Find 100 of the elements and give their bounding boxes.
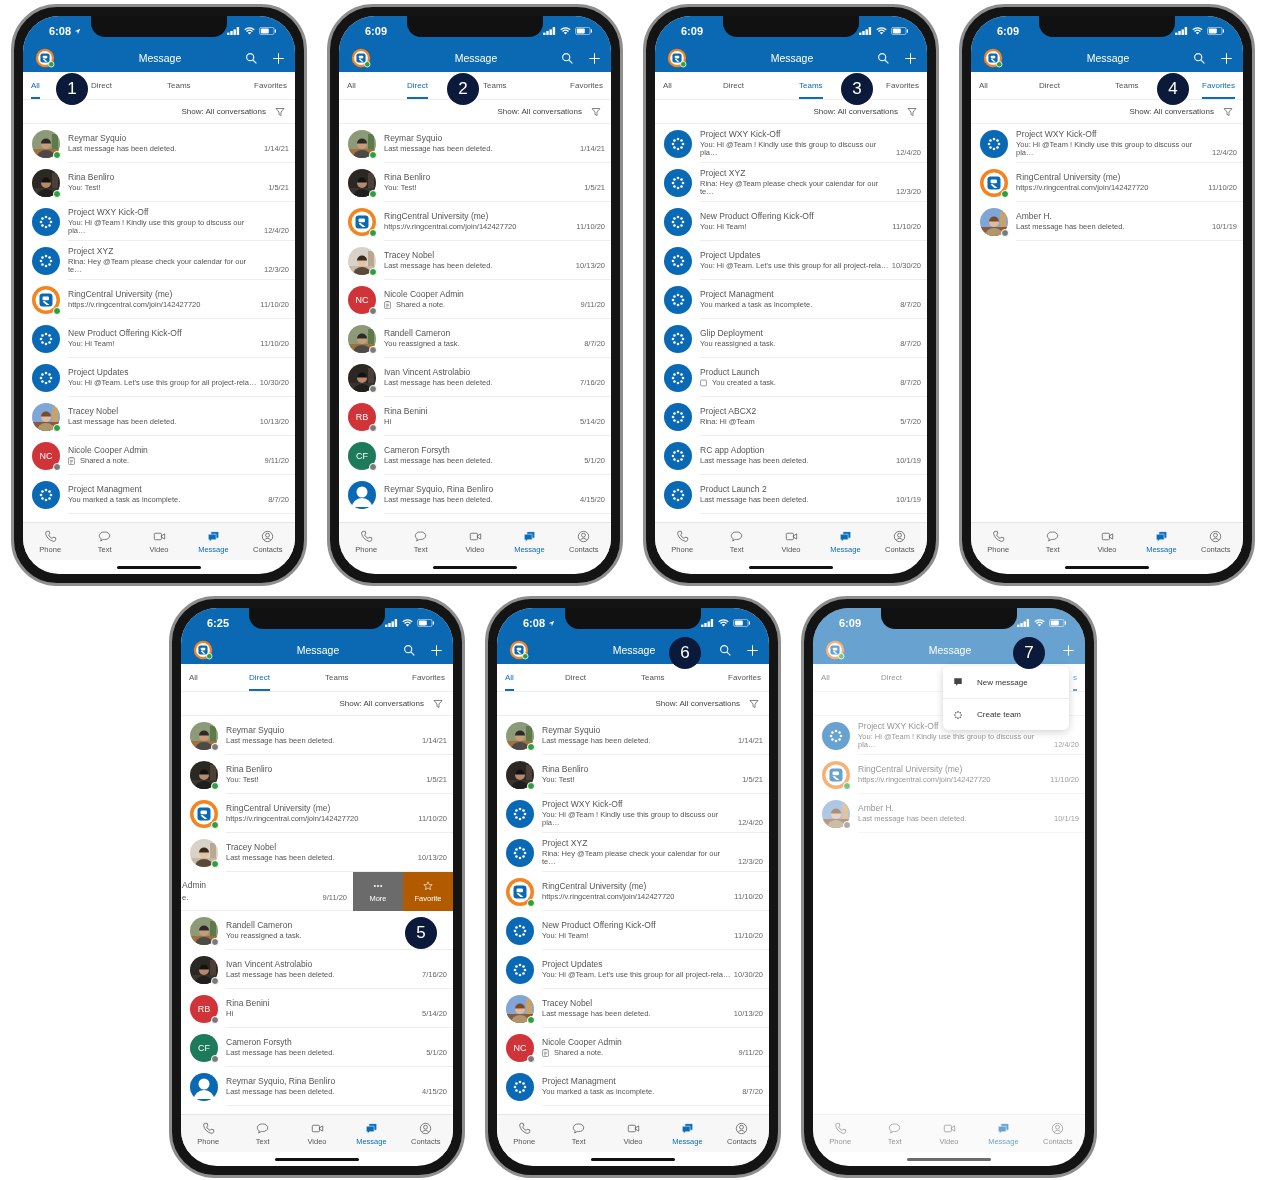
tab[interactable]: All <box>31 81 40 99</box>
tab[interactable]: All <box>347 81 356 99</box>
menu-item[interactable]: Create team <box>943 698 1069 730</box>
filter-icon[interactable] <box>591 106 601 117</box>
conversation-name: Project WXY Kick-Off <box>542 798 624 809</box>
app-logo[interactable] <box>193 640 213 660</box>
status-time: 6:09 <box>839 617 862 629</box>
plus-icon[interactable] <box>904 51 917 65</box>
tab[interactable]: All <box>505 673 514 691</box>
search-icon[interactable] <box>403 643 416 657</box>
app-logo[interactable] <box>35 48 55 68</box>
search-icon[interactable] <box>719 643 732 657</box>
conversation-name: Rina Benini <box>226 997 271 1008</box>
search-icon[interactable] <box>877 51 890 65</box>
tab[interactable]: Favorites <box>412 673 445 691</box>
conversation-name: Project WXY Kick-Off <box>858 720 940 731</box>
tab[interactable]: Direct <box>565 673 586 691</box>
plus-icon[interactable] <box>430 643 443 657</box>
tab[interactable]: Favorites <box>570 81 603 99</box>
team-avatar <box>664 480 692 509</box>
tab[interactable]: Teams <box>167 81 191 99</box>
filter-label[interactable]: Show: All conversations <box>339 699 424 708</box>
filter-label[interactable]: Show: All conversations <box>813 107 898 116</box>
conversation-name: Randell Cameron <box>384 327 452 338</box>
speech-bubble-icon <box>1046 529 1060 543</box>
initials-avatar: CF <box>348 441 376 470</box>
tab[interactable]: Teams <box>799 81 823 99</box>
plus-icon[interactable] <box>272 51 285 65</box>
team-avatar <box>32 246 60 275</box>
tab[interactable]: Favorites <box>1202 81 1235 99</box>
home-indicator[interactable] <box>749 565 833 569</box>
filter-label[interactable]: Show: All conversations <box>181 107 266 116</box>
plus-icon[interactable] <box>1220 51 1233 65</box>
filter-label[interactable]: Show: All conversations <box>497 107 582 116</box>
filter-label[interactable]: Show: All conversations <box>655 699 740 708</box>
filter-icon[interactable] <box>433 698 443 709</box>
search-icon[interactable] <box>561 51 574 65</box>
home-indicator[interactable] <box>275 1157 359 1161</box>
conversation-name: Project Updates <box>68 366 130 377</box>
home-indicator[interactable] <box>433 565 517 569</box>
app-logo[interactable] <box>509 640 529 660</box>
tab[interactable]: Teams <box>325 673 349 691</box>
plus-icon[interactable] <box>588 51 601 65</box>
home-indicator[interactable] <box>591 1157 675 1161</box>
tab[interactable]: Favorites <box>886 81 919 99</box>
filter-icon[interactable] <box>275 106 285 117</box>
tab[interactable]: All <box>979 81 988 99</box>
team-avatar <box>506 916 534 945</box>
menu-item[interactable]: New message <box>943 666 1069 698</box>
phone-icon <box>201 1121 215 1135</box>
team-avatar <box>664 207 692 236</box>
filter-icon[interactable] <box>749 698 759 709</box>
search-icon[interactable] <box>1193 51 1206 65</box>
header-title: Message <box>296 644 340 656</box>
tab[interactable]: Favorites <box>254 81 287 99</box>
search-icon[interactable] <box>245 51 258 65</box>
app-logo[interactable] <box>667 48 687 68</box>
tab[interactable]: Direct <box>249 673 270 691</box>
tab[interactable]: Favorites <box>728 673 761 691</box>
home-indicator[interactable] <box>1065 565 1149 569</box>
message-icon <box>680 1121 694 1135</box>
conversation-name: RingCentral University (me) <box>1016 171 1122 182</box>
conversation-name: RingCentral University (me) <box>858 763 964 774</box>
plus-icon[interactable] <box>1062 643 1075 657</box>
app-logo[interactable] <box>983 48 1003 68</box>
conversation-name: Product Launch <box>700 366 761 377</box>
conversation-name: Amber H. <box>858 802 895 813</box>
message-icon <box>206 529 220 543</box>
logo-avatar <box>822 760 850 789</box>
team-avatar <box>980 129 1008 158</box>
header-title: Message <box>454 52 498 64</box>
tab[interactable]: Teams <box>1115 81 1139 99</box>
conversation-name: Tracey Nobel <box>226 841 278 852</box>
filter-icon[interactable] <box>1223 106 1233 117</box>
app-logo[interactable] <box>351 48 371 68</box>
contacts-icon <box>1051 1121 1065 1135</box>
conversation-name: Rina Benini <box>384 405 429 416</box>
plus-icon[interactable] <box>746 643 759 657</box>
tab[interactable]: All <box>189 673 198 691</box>
team-avatar <box>664 441 692 470</box>
filter-icon[interactable] <box>907 106 917 117</box>
tab[interactable]: Teams <box>641 673 665 691</box>
tab[interactable]: All <box>663 81 672 99</box>
home-indicator[interactable] <box>117 565 201 569</box>
signal-icon <box>1175 27 1188 35</box>
conversation-name: Project XYZ <box>700 167 747 178</box>
team-avatar <box>664 129 692 158</box>
app-logo[interactable] <box>825 640 845 660</box>
tab[interactable]: Direct <box>723 81 744 99</box>
tab[interactable]: Direct <box>407 81 428 99</box>
tab[interactable]: Direct <box>91 81 112 99</box>
status-time: 6:08 <box>49 25 72 37</box>
tab[interactable]: Direct <box>1039 81 1060 99</box>
conversation-name: Rina Benliro <box>542 763 590 774</box>
conversation-name: Project WXY Kick-Off <box>700 128 782 139</box>
filter-label[interactable]: Show: All conversations <box>1129 107 1214 116</box>
tab[interactable]: Teams <box>483 81 507 99</box>
signal-icon <box>543 27 556 35</box>
speech-bubble-icon <box>256 1121 270 1135</box>
conversation-name: Project WXY Kick-Off <box>68 206 150 217</box>
